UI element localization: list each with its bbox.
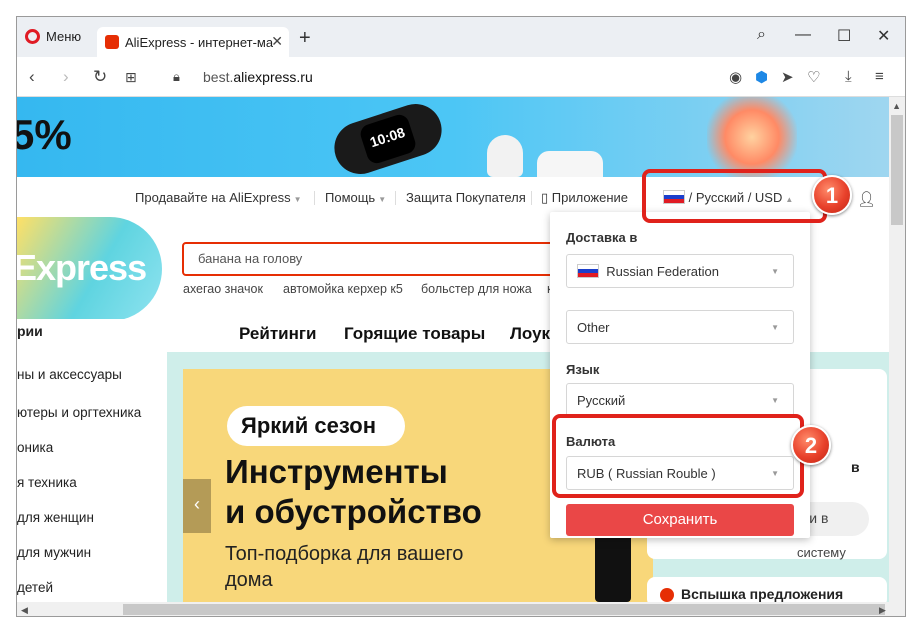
active-tab[interactable]: AliExpress - интернет-мага ✕	[97, 27, 289, 57]
search-suggestion[interactable]: автомойка керхер к5	[283, 282, 403, 296]
phone-icon: ▯	[541, 190, 549, 205]
step-badge-2: 2	[791, 425, 831, 465]
camera-icon[interactable]: ◉	[729, 68, 742, 86]
help-link[interactable]: Помощь ▼	[325, 190, 386, 205]
earbud-image	[487, 135, 523, 177]
buyer-protection-link[interactable]: Защита Покупателя	[406, 190, 526, 205]
opera-logo-icon	[25, 29, 40, 44]
reload-icon[interactable]: ↻	[93, 67, 107, 87]
hero-subtitle-line2: дома	[225, 569, 273, 591]
logo-text: Express	[17, 247, 147, 288]
search-suggestion[interactable]: ахегао значок	[183, 282, 263, 296]
hero-subtitle-line1: Топ-подборка для вашего	[225, 543, 464, 565]
horizontal-scroll-thumb[interactable]	[123, 604, 885, 615]
user-icon[interactable]: 👤︎	[857, 190, 876, 208]
close-tab-icon[interactable]: ✕	[271, 33, 283, 50]
maximize-icon[interactable]: ☐	[837, 26, 851, 46]
url-field[interactable]: best.aliexpress.ru	[203, 69, 313, 85]
earbuds-case-image	[537, 151, 603, 177]
chevron-down-icon: ▼	[378, 195, 387, 204]
region-select[interactable]: Other ▼	[566, 310, 794, 344]
divider	[314, 191, 315, 205]
highlight-box-locale	[642, 169, 827, 223]
chevron-down-icon: ▼	[293, 195, 302, 204]
category-item[interactable]: детей	[17, 580, 53, 595]
page-viewport: 5% 10:08 Продавайте на AliExpress ▼ Помощ…	[17, 97, 889, 602]
opera-menu-button[interactable]: Меню	[25, 29, 81, 44]
new-tab-icon[interactable]: +	[299, 27, 311, 50]
scroll-left-icon[interactable]: ◀	[21, 605, 28, 616]
help-label: Помощь	[325, 190, 376, 205]
login-system-text: систему	[797, 545, 846, 560]
category-item[interactable]: оника	[17, 440, 53, 455]
save-button[interactable]: Сохранить	[566, 504, 794, 536]
country-value: Russian Federation	[606, 264, 719, 279]
forward-icon[interactable]: ›	[63, 67, 69, 87]
search-input[interactable]: банана на голову	[182, 242, 562, 276]
category-item[interactable]: для женщин	[17, 510, 94, 525]
url-domain: aliexpress.ru	[233, 69, 313, 85]
flash-deals-title: Вспышка предложения	[681, 586, 844, 602]
language-label: Язык	[566, 362, 600, 377]
url-prefix: best.	[203, 69, 234, 85]
app-link[interactable]: ▯ Приложение	[541, 190, 628, 206]
highlight-box-currency	[552, 414, 804, 498]
hero-badge: Яркий сезон	[227, 406, 405, 446]
scroll-right-icon[interactable]: ▶	[879, 605, 886, 616]
country-select[interactable]: Russian Federation ▼	[566, 254, 794, 288]
chevron-down-icon: ▼	[771, 396, 779, 405]
back-icon[interactable]: ‹	[29, 67, 35, 87]
menu-label: Меню	[46, 29, 82, 44]
tab-title: AliExpress - интернет-мага	[125, 34, 273, 50]
language-value: Русский	[577, 393, 626, 408]
language-select[interactable]: Русский ▼	[566, 383, 794, 417]
divider	[531, 191, 532, 205]
nav-ratings[interactable]: Рейтинги	[239, 324, 316, 344]
close-window-icon[interactable]: ✕	[877, 26, 890, 46]
russia-flag-icon	[577, 264, 599, 278]
nav-partial[interactable]: Лоук	[510, 324, 550, 344]
promo-banner[interactable]: 5% 10:08	[17, 97, 889, 187]
step-badge-1: 1	[812, 175, 852, 215]
shipping-label: Доставка в	[566, 230, 638, 245]
nav-hot-deals[interactable]: Горящие товары	[344, 324, 485, 344]
aliexpress-favicon-icon	[105, 35, 119, 49]
category-item[interactable]: я техника	[17, 475, 77, 490]
download-icon[interactable]: ⤓	[845, 68, 852, 85]
sell-label: Продавайте на AliExpress	[135, 190, 291, 205]
search-tabs-icon[interactable]: ⌕	[757, 26, 766, 44]
chevron-down-icon: ▼	[771, 267, 779, 276]
watch-time: 10:08	[358, 112, 418, 166]
browser-window: Меню AliExpress - интернет-мага ✕ + ⌕ — …	[16, 16, 906, 617]
heart-icon[interactable]: ♡	[807, 68, 820, 86]
minimize-icon[interactable]: —	[795, 26, 811, 44]
speed-dial-icon[interactable]: ⊞	[125, 69, 137, 86]
chevron-down-icon: ▼	[771, 323, 779, 332]
tab-bar: Меню AliExpress - интернет-мага ✕ + ⌕ — …	[17, 17, 905, 57]
flash-icon	[660, 588, 674, 602]
app-label: Приложение	[551, 190, 629, 205]
region-value: Other	[577, 320, 610, 335]
hero-title-line2: и обустройство	[225, 493, 482, 530]
sell-link[interactable]: Продавайте на AliExpress ▼	[135, 190, 302, 205]
send-icon[interactable]: ➤	[781, 68, 794, 86]
category-item[interactable]: ютеры и оргтехника	[17, 405, 141, 420]
category-item[interactable]: для мужчин	[17, 545, 91, 560]
divider	[395, 191, 396, 205]
address-bar: ‹ › ↻ ⊞ 🔒︎ best.aliexpress.ru ◉ ⬢ ➤ ♡ ⤓ …	[17, 57, 905, 97]
categories-heading: рии	[17, 323, 43, 339]
login-card-partial: в	[851, 459, 860, 475]
vertical-scroll-thumb[interactable]	[891, 115, 903, 225]
aliexpress-logo[interactable]: Express	[17, 217, 162, 321]
lock-icon[interactable]: 🔒︎	[173, 69, 180, 85]
search-suggestion[interactable]: больстер для ножа	[421, 282, 532, 296]
carousel-prev-arrow-icon[interactable]: ‹	[183, 479, 211, 533]
hero-title-line1: Инструменты	[225, 453, 448, 490]
vpn-shield-icon[interactable]: ⬢	[755, 68, 768, 86]
category-item[interactable]: ны и аксессуары	[17, 367, 122, 382]
fitness-band-image: 10:08	[327, 97, 449, 181]
scroll-up-icon[interactable]: ▲	[892, 101, 901, 111]
promo-percent: 5%	[17, 111, 72, 158]
easy-setup-icon[interactable]: ≡	[875, 68, 884, 85]
